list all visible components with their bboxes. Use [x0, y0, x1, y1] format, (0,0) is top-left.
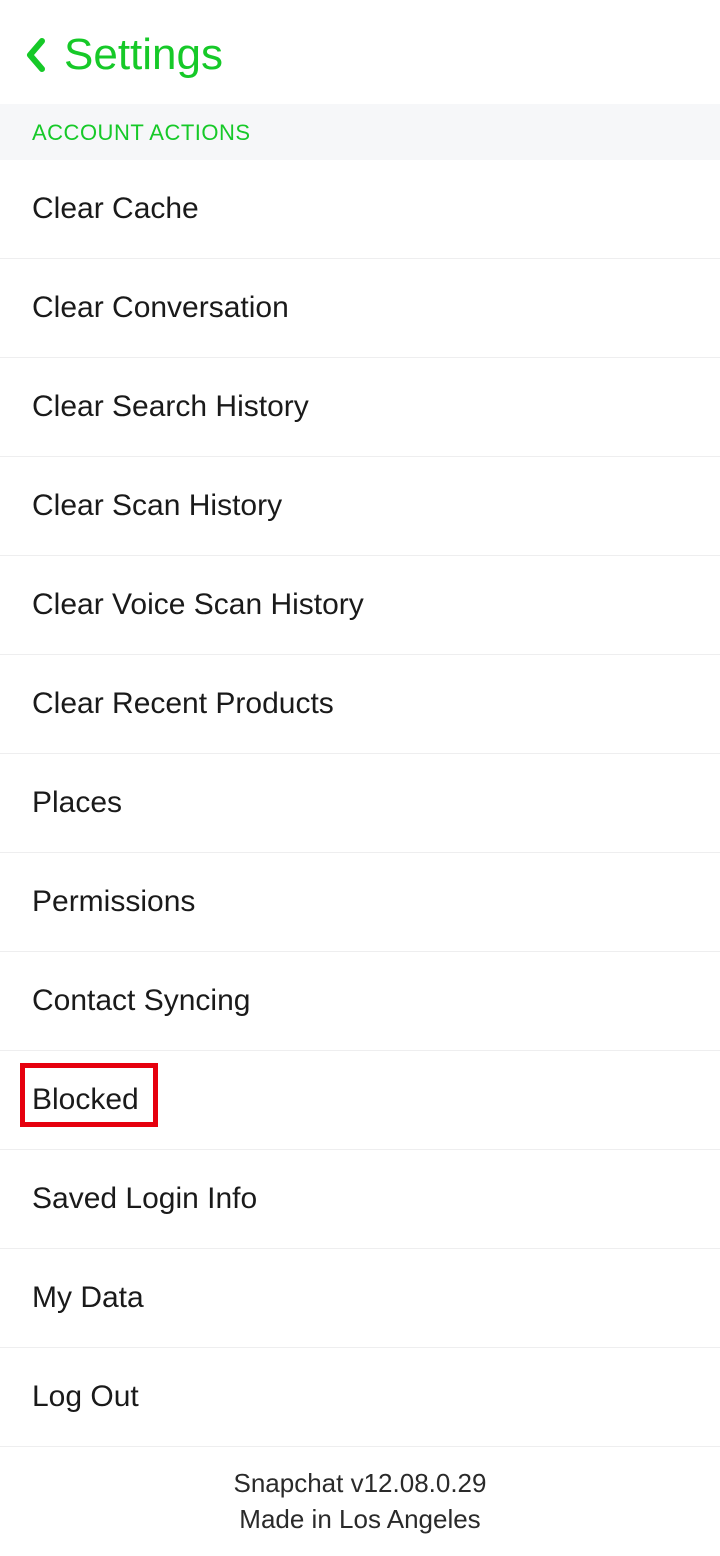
- list-item-contact-syncing[interactable]: Contact Syncing: [0, 952, 720, 1051]
- header-bar: Settings: [0, 0, 720, 104]
- list-item-label: Blocked: [32, 1083, 139, 1116]
- section-header-account-actions: ACCOUNT ACTIONS: [0, 104, 720, 160]
- list-item-permissions[interactable]: Permissions: [0, 853, 720, 952]
- list-item-label: My Data: [32, 1281, 144, 1314]
- list-item-clear-conversation[interactable]: Clear Conversation: [0, 259, 720, 358]
- list-item-label: Saved Login Info: [32, 1182, 257, 1215]
- list-item-places[interactable]: Places: [0, 754, 720, 853]
- list-item-label: Clear Cache: [32, 192, 199, 225]
- list-item-clear-scan-history[interactable]: Clear Scan History: [0, 457, 720, 556]
- list-item-label: Clear Recent Products: [32, 687, 334, 720]
- list-item-clear-search-history[interactable]: Clear Search History: [0, 358, 720, 457]
- list-item-log-out[interactable]: Log Out: [0, 1348, 720, 1447]
- footer-version: Snapchat v12.08.0.29: [0, 1465, 720, 1501]
- list-item-label: Clear Search History: [32, 390, 309, 423]
- back-icon[interactable]: [24, 38, 46, 72]
- list-item-label: Clear Voice Scan History: [32, 588, 364, 621]
- list-item-clear-recent-products[interactable]: Clear Recent Products: [0, 655, 720, 754]
- footer: Snapchat v12.08.0.29 Made in Los Angeles: [0, 1447, 720, 1556]
- list-item-blocked[interactable]: Blocked: [0, 1051, 720, 1150]
- list-item-clear-cache[interactable]: Clear Cache: [0, 160, 720, 259]
- list-item-label: Permissions: [32, 885, 195, 918]
- footer-made-in: Made in Los Angeles: [0, 1501, 720, 1537]
- list-item-my-data[interactable]: My Data: [0, 1249, 720, 1348]
- list-item-clear-voice-scan-history[interactable]: Clear Voice Scan History: [0, 556, 720, 655]
- list-item-label: Clear Conversation: [32, 291, 289, 324]
- page-title: Settings: [64, 30, 223, 80]
- list-item-label: Clear Scan History: [32, 489, 282, 522]
- list-item-label: Log Out: [32, 1380, 139, 1413]
- list-item-saved-login-info[interactable]: Saved Login Info: [0, 1150, 720, 1249]
- list-item-label: Contact Syncing: [32, 984, 250, 1017]
- list-item-label: Places: [32, 786, 122, 819]
